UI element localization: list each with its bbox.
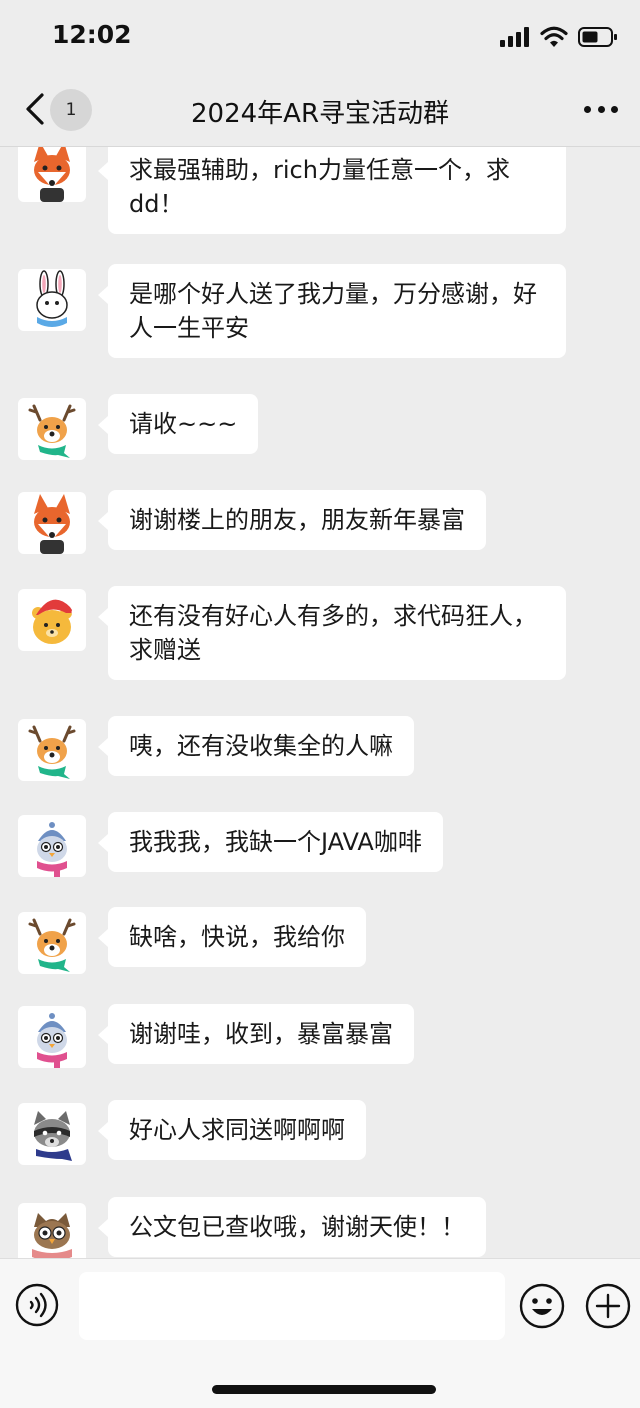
status-bar: 12:02: [0, 0, 640, 72]
rabbit-avatar[interactable]: [18, 269, 86, 331]
message-bubble[interactable]: 求最强辅助，rich力量任意一个，求dd！: [98, 147, 566, 234]
message-bubble[interactable]: 公文包已查收哦，谢谢天使！！: [98, 1197, 486, 1257]
voice-icon[interactable]: [15, 1283, 59, 1327]
system-icons: [500, 24, 618, 50]
message-bubble[interactable]: 好心人求同送啊啊啊: [98, 1100, 366, 1160]
wifi-icon: [540, 26, 568, 47]
fox-avatar[interactable]: [18, 492, 86, 554]
chat-title: 2024年AR寻宝活动群: [190, 99, 450, 129]
emoji-icon[interactable]: [519, 1283, 565, 1329]
message-input[interactable]: [79, 1272, 505, 1340]
bear-santa-avatar[interactable]: [18, 589, 86, 651]
raccoon-avatar[interactable]: [18, 1103, 86, 1165]
message-bubble[interactable]: 咦，还有没收集全的人嘛: [98, 716, 414, 776]
home-indicator[interactable]: [212, 1385, 436, 1394]
plus-icon[interactable]: [585, 1283, 631, 1329]
message-bubble[interactable]: 是哪个好人送了我力量，万分感谢，好人一生平安: [98, 264, 566, 358]
message-bubble[interactable]: 谢谢哇，收到，暴富暴富: [98, 1004, 414, 1064]
deer-avatar[interactable]: [18, 719, 86, 781]
message-bubble[interactable]: 我我我，我缺一个JAVA咖啡: [98, 812, 443, 872]
signal-icon: [500, 27, 529, 47]
owl-avatar[interactable]: [18, 1203, 86, 1258]
deer-avatar[interactable]: [18, 398, 86, 460]
deer-avatar[interactable]: [18, 912, 86, 974]
message-bubble[interactable]: 还有没有好心人有多的，求代码狂人，求赠送: [98, 586, 566, 680]
message-bubble[interactable]: 请收~~~: [97, 394, 259, 454]
message-bubble[interactable]: 缺啥，快说，我给你: [98, 907, 366, 967]
penguin-avatar[interactable]: [18, 1006, 86, 1068]
chat-message-list[interactable]: 求最强辅助，rich力量任意一个，求dd！ 是哪个好人送了我力量，万分感谢，好人…: [0, 147, 640, 1258]
battery-icon: [578, 27, 617, 47]
penguin-avatar[interactable]: [18, 815, 86, 877]
more-dots-icon[interactable]: [584, 106, 618, 116]
message-bubble[interactable]: 谢谢楼上的朋友，朋友新年暴富: [98, 490, 486, 550]
status-time: 12:02: [52, 20, 132, 49]
input-bar: [0, 1258, 640, 1408]
fox-avatar[interactable]: [18, 147, 86, 202]
